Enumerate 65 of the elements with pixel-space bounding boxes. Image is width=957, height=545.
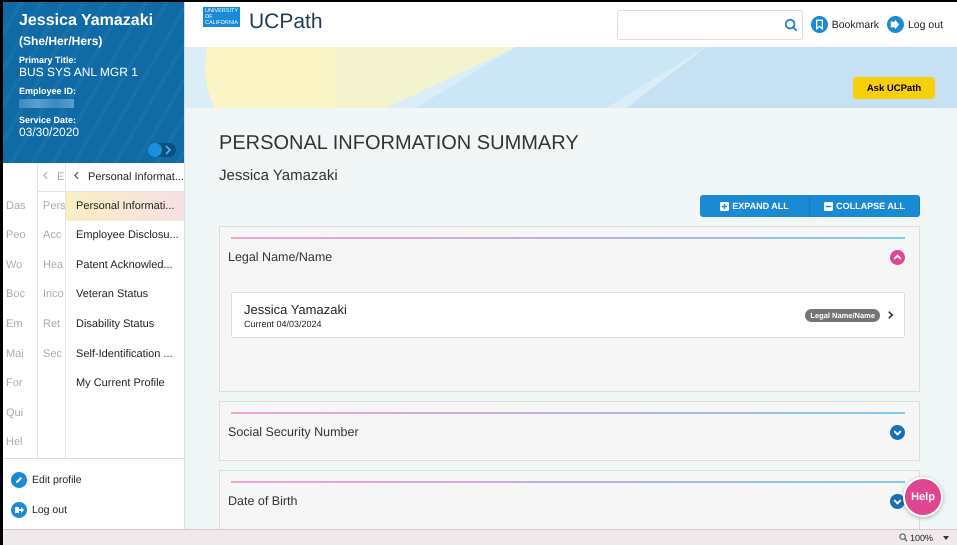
- nav-item[interactable]: Inco: [38, 280, 65, 310]
- nav-item[interactable]: Patent Acknowled...: [66, 250, 184, 280]
- chevron-right-icon: [887, 310, 894, 320]
- sidebar-link[interactable]: Log out: [11, 495, 184, 525]
- dropdown-arrow-icon[interactable]: [943, 536, 949, 540]
- chevron-left-icon: [43, 170, 48, 180]
- header-link[interactable]: Log out: [886, 16, 943, 33]
- nav-item[interactable]: Personal Informati...: [66, 192, 184, 222]
- search-icon: [784, 18, 798, 32]
- search-field[interactable]: [616, 10, 803, 40]
- nav-item[interactable]: Acc: [38, 221, 65, 251]
- logout-icon: [11, 502, 27, 518]
- nav-item[interactable]: Wo: [3, 250, 37, 280]
- plus-icon: [720, 202, 730, 210]
- nav-item[interactable]: Hea: [38, 250, 65, 280]
- field-label: Employee ID:: [19, 86, 78, 96]
- nav-item[interactable]: Employee Disclosu...: [66, 221, 184, 251]
- nav-item[interactable]: Hel: [3, 428, 37, 458]
- pronouns: (She/Her/Hers): [19, 34, 104, 48]
- field-label: Primary Title:: [19, 55, 78, 65]
- section-title: Date of Birth: [228, 494, 298, 508]
- nav-item[interactable]: Pers: [38, 192, 65, 222]
- nav-item[interactable]: Em: [3, 310, 37, 340]
- nav-item[interactable]: Das: [3, 192, 37, 222]
- section-title: Legal Name/Name: [228, 250, 332, 264]
- collapse-toggle[interactable]: [148, 142, 176, 157]
- chevron-left-icon: [74, 170, 79, 180]
- field-value: 03/30/2020: [19, 125, 80, 139]
- nav-item[interactable]: Disability Status: [66, 310, 184, 340]
- nav-item[interactable]: My Current Profile: [66, 369, 184, 399]
- bookmark-icon: [810, 16, 828, 33]
- nav-item[interactable]: Peo: [3, 221, 37, 251]
- nav-item[interactable]: For: [3, 369, 37, 399]
- employee-name: Jessica Yamazaki: [19, 12, 154, 30]
- employee-name: Jessica Yamazaki: [219, 167, 339, 184]
- nav-item[interactable]: Ret: [38, 310, 65, 340]
- page-title: PERSONAL INFORMATION SUMMARY: [219, 132, 580, 155]
- nav-item[interactable]: Boc: [3, 280, 37, 310]
- back-link[interactable]: E: [38, 162, 65, 192]
- record-detail: Current 04/03/2024: [244, 318, 323, 328]
- header-link[interactable]: Bookmark: [810, 16, 879, 33]
- nav-item[interactable]: Mai: [3, 340, 37, 370]
- chevron-down-icon[interactable]: [890, 424, 905, 440]
- section-title: Social Security Number: [228, 425, 359, 439]
- chevron-right-icon: [165, 144, 171, 155]
- nav-item[interactable]: Qui: [3, 398, 37, 428]
- expand-all-button[interactable]: EXPAND ALL: [700, 195, 810, 217]
- chevron-down-icon[interactable]: [890, 494, 905, 508]
- logout-icon: [886, 16, 904, 33]
- nav-item[interactable]: Veteran Status: [66, 280, 184, 310]
- nav-item[interactable]: Sec: [38, 340, 65, 370]
- minus-icon: [824, 202, 834, 210]
- nav-item[interactable]: Self-Identification ...: [66, 340, 184, 370]
- chevron-up-icon[interactable]: [890, 250, 905, 264]
- field-label: Service Date:: [19, 115, 78, 125]
- zoom-icon: [898, 533, 908, 542]
- collapse-all-button[interactable]: COLLAPSE ALL: [810, 195, 920, 217]
- ask-ucpath-button[interactable]: Ask UCPath: [853, 77, 935, 99]
- record-name: Jessica Yamazaki: [244, 302, 348, 316]
- field-value: BUS SYS ANL MGR 1: [19, 65, 139, 79]
- sidebar-link[interactable]: Edit profile: [11, 465, 184, 495]
- pencil-icon: [11, 472, 27, 488]
- brand-name: UCPath: [249, 10, 323, 34]
- redacted-value: [19, 99, 74, 108]
- zoom-level: 100%: [910, 532, 933, 542]
